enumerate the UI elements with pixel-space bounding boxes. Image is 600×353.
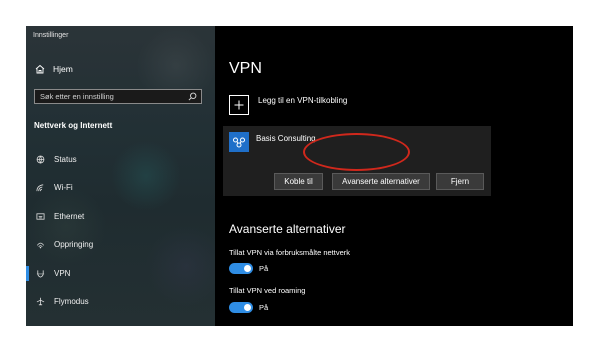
plus-icon[interactable]	[229, 95, 249, 115]
status-icon	[36, 155, 45, 164]
sidebar-item-flymodus[interactable]: Flymodus	[26, 288, 215, 317]
vpn-icon	[36, 270, 45, 278]
sidebar-item-label: Oppringing	[54, 240, 94, 250]
dialup-icon	[37, 243, 44, 249]
metered-toggle-row: På	[229, 263, 268, 274]
window-title: Innstillinger	[33, 32, 69, 39]
remove-button[interactable]: Fjern	[436, 173, 484, 190]
sidebar-item-ethernet[interactable]: Ethernet	[26, 202, 215, 231]
wifi-icon	[36, 184, 44, 192]
search-box[interactable]	[34, 89, 202, 104]
home-link[interactable]: Hjem	[35, 64, 73, 74]
metered-toggle[interactable]	[229, 263, 253, 274]
section-title: Nettverk og Internett	[34, 121, 113, 130]
add-vpn-connection[interactable]: Legg til en VPN-tilkobling	[229, 95, 347, 115]
vpn-connection-icon	[229, 132, 249, 152]
vpn-connection-name: Basis Consulting	[256, 134, 316, 143]
home-icon	[35, 64, 45, 74]
airplane-icon	[36, 297, 45, 306]
sidebar-item-label: Wi-Fi	[54, 183, 73, 193]
sidebar-item-label: Flymodus	[54, 297, 89, 307]
sidebar-item-status[interactable]: Status	[26, 145, 215, 174]
sidebar-nav: Status Wi-Fi Ethernet Oppringing VPN Fly…	[26, 145, 215, 316]
main-content: VPN Legg til en VPN-tilkobling Basis Con…	[215, 26, 573, 326]
settings-window: Innstillinger Hjem Nettverk og Internett…	[26, 26, 573, 326]
sidebar-item-label: VPN	[54, 268, 71, 278]
home-label: Hjem	[53, 64, 73, 74]
search-input[interactable]	[35, 90, 190, 103]
sidebar-item-oppringing[interactable]: Oppringing	[26, 231, 215, 260]
sidebar-item-wifi[interactable]: Wi-Fi	[26, 174, 215, 203]
advanced-options-button[interactable]: Avanserte alternativer	[332, 173, 430, 190]
roaming-toggle-row: På	[229, 302, 268, 313]
roaming-toggle[interactable]	[229, 302, 253, 313]
connect-button[interactable]: Koble til	[274, 173, 323, 190]
advanced-section-title: Avanserte alternativer	[229, 222, 346, 236]
page-title: VPN	[229, 60, 262, 77]
highlight-ellipse	[303, 133, 410, 171]
add-vpn-label: Legg til en VPN-tilkobling	[258, 95, 348, 105]
sidebar-item-vpn[interactable]: VPN	[26, 259, 215, 288]
roaming-toggle-state: På	[259, 303, 269, 312]
ethernet-icon	[36, 213, 45, 220]
sidebar-item-label: Ethernet	[54, 211, 85, 221]
sidebar: Innstillinger Hjem Nettverk og Internett…	[26, 26, 215, 326]
metered-toggle-state: På	[259, 264, 269, 273]
metered-option-label: Tillat VPN via forbruksmålte nettverk	[229, 248, 351, 257]
sidebar-item-label: Status	[54, 154, 77, 164]
search-icon[interactable]	[188, 92, 197, 101]
roaming-option-label: Tillat VPN ved roaming	[229, 286, 306, 295]
